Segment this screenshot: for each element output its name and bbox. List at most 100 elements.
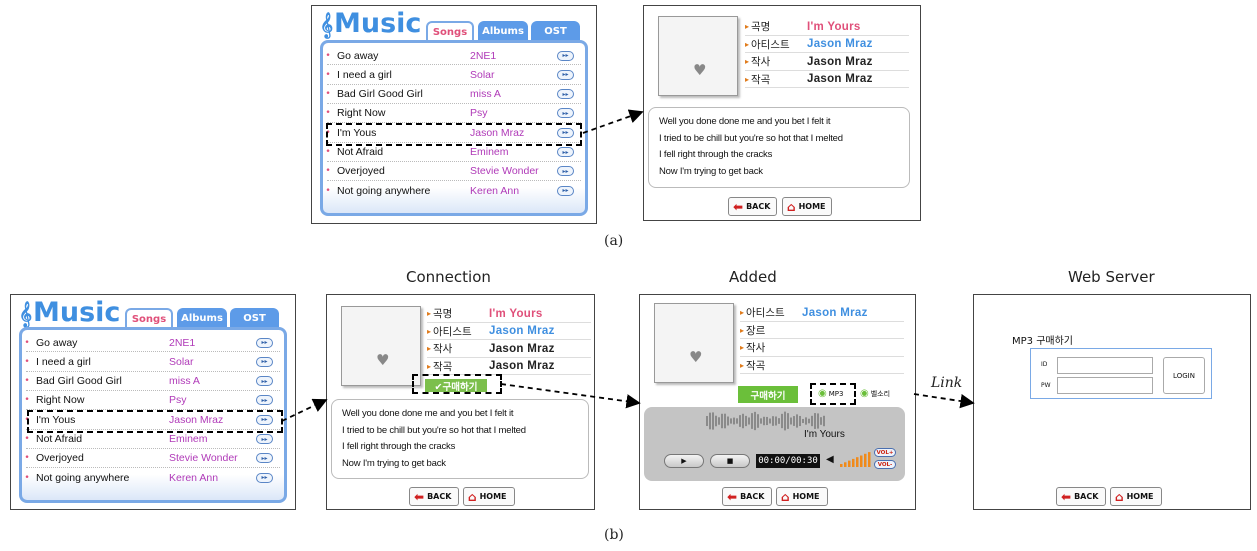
lyrics-line: I fell right through the cracks bbox=[342, 441, 456, 452]
tab-albums[interactable]: Albums bbox=[478, 21, 528, 41]
bullet-arrow-icon: ▸ bbox=[427, 309, 432, 318]
play-icon[interactable]: ▸▸ bbox=[557, 69, 574, 80]
waveform-bar bbox=[799, 415, 801, 427]
list-item[interactable]: • Not going anywhere Keren Ann ▸▸ bbox=[323, 181, 585, 200]
list-item[interactable]: • Overjoyed Stevie Wonder ▸▸ bbox=[323, 162, 585, 181]
home-button[interactable]: ⌂ HOME bbox=[463, 487, 515, 506]
play-icon[interactable]: ▸▸ bbox=[256, 472, 273, 483]
home-button[interactable]: ⌂ HOME bbox=[782, 197, 832, 216]
ringtone-option[interactable]: ◉ 벨소리 bbox=[860, 388, 890, 399]
tab-ost[interactable]: OST bbox=[230, 308, 279, 328]
time-display: 00:00/00:30 bbox=[756, 454, 820, 468]
bullet-icon: • bbox=[24, 453, 30, 464]
song-title: I need a girl bbox=[337, 68, 392, 81]
info-row: ▸ 작곡 Jason Mraz bbox=[745, 71, 909, 88]
song-title: Not Afraid bbox=[36, 433, 83, 445]
info-row: ▸ 작곡 bbox=[740, 357, 904, 374]
waveform-bar bbox=[745, 415, 747, 427]
waveform-bar bbox=[796, 414, 798, 428]
play-icon[interactable]: ▸▸ bbox=[557, 185, 574, 196]
info-label: 작곡 bbox=[433, 360, 453, 373]
play-icon[interactable]: ▸▸ bbox=[256, 337, 273, 348]
play-icon[interactable]: ▸▸ bbox=[557, 147, 574, 157]
song-artist: Psy bbox=[470, 107, 488, 120]
info-value: Jason Mraz bbox=[489, 342, 555, 355]
song-artist: Stevie Wonder bbox=[169, 452, 238, 465]
info-row: ▸ 장르 bbox=[740, 322, 904, 339]
list-item[interactable]: • Bad Girl Good Girl miss A ▸▸ bbox=[323, 85, 585, 104]
tab-ost[interactable]: OST bbox=[531, 21, 580, 41]
song-title: Not Afraid bbox=[337, 146, 384, 158]
stop-button[interactable]: ■ bbox=[710, 454, 750, 468]
info-label: 곡명 bbox=[751, 21, 771, 33]
back-button[interactable]: ⬅ BACK bbox=[409, 487, 459, 506]
back-button[interactable]: ⬅ BACK bbox=[728, 197, 777, 216]
play-icon[interactable]: ▸▸ bbox=[256, 434, 273, 444]
info-row: ▸ 작사 Jason Mraz bbox=[427, 340, 591, 357]
list-item[interactable]: • I need a girl Solar ▸▸ bbox=[22, 352, 284, 371]
waveform-bar bbox=[718, 417, 720, 425]
info-value: Jason Mraz bbox=[807, 55, 873, 68]
list-item[interactable]: • Right Now Psy ▸▸ bbox=[22, 391, 284, 410]
info-row: ▸ 곡명 I'm Yours bbox=[745, 18, 909, 35]
play-icon[interactable]: ▸▸ bbox=[557, 89, 574, 100]
play-icon[interactable]: ▸▸ bbox=[256, 376, 273, 387]
info-value: Jason Mraz bbox=[489, 360, 555, 372]
info-label: 곡명 bbox=[433, 308, 453, 320]
music-logo: 𝄞Music bbox=[320, 8, 422, 39]
waveform-bar bbox=[751, 413, 753, 429]
song-title: Overjoyed bbox=[337, 165, 385, 178]
play-icon[interactable]: ▸▸ bbox=[557, 108, 574, 119]
list-item[interactable]: • Not going anywhere Keren Ann ▸▸ bbox=[22, 468, 284, 487]
play-icon[interactable]: ▸▸ bbox=[557, 166, 574, 177]
info-label: 아티스트 bbox=[751, 38, 790, 51]
bullet-icon: • bbox=[325, 69, 331, 80]
list-item[interactable]: • Overjoyed Stevie Wonder ▸▸ bbox=[22, 449, 284, 468]
volume-up-button[interactable]: VOL+ bbox=[874, 448, 896, 457]
play-icon[interactable]: ▸▸ bbox=[256, 395, 273, 406]
play-icon[interactable]: ▸▸ bbox=[256, 453, 273, 464]
waveform-bar bbox=[775, 416, 777, 426]
login-button[interactable]: LOGIN bbox=[1163, 357, 1205, 394]
tab-albums[interactable]: Albums bbox=[177, 308, 227, 328]
bullet-arrow-icon: ▸ bbox=[745, 74, 750, 84]
list-item[interactable]: • Bad Girl Good Girl miss A ▸▸ bbox=[22, 372, 284, 391]
waveform-bar bbox=[781, 413, 783, 429]
home-button[interactable]: ⌂ HOME bbox=[776, 487, 828, 506]
play-button[interactable]: ▶ bbox=[664, 454, 704, 468]
song-artist: Eminem bbox=[169, 433, 208, 445]
volume-bars[interactable] bbox=[840, 451, 874, 467]
list-item[interactable]: • Go away 2NE1 ▸▸ bbox=[323, 46, 585, 65]
info-value: I'm Yours bbox=[807, 20, 861, 33]
back-arrow-icon: ⬅ bbox=[1061, 489, 1072, 504]
tab-songs[interactable]: Songs bbox=[426, 21, 474, 41]
id-input[interactable] bbox=[1057, 357, 1153, 374]
link-label: Link bbox=[931, 375, 963, 391]
mp3-option[interactable]: ◉ MP3 bbox=[818, 388, 843, 399]
pw-input[interactable] bbox=[1057, 377, 1153, 394]
waveform-bar bbox=[727, 416, 729, 426]
list-item[interactable]: • I need a girl Solar ▸▸ bbox=[323, 65, 585, 84]
play-icon[interactable]: ▸▸ bbox=[256, 356, 273, 367]
lyrics-line: Now I'm trying to get back bbox=[659, 165, 763, 177]
home-icon: ⌂ bbox=[1115, 489, 1124, 504]
volume-bar bbox=[840, 464, 843, 467]
back-button[interactable]: ⬅ BACK bbox=[1056, 487, 1106, 506]
song-detail-panel-a: ♥ ▸ 곡명 I'm Yours ▸ 아티스트 Jason Mraz ▸ 작사 Jason Mr… bbox=[643, 5, 921, 221]
info-row: ▸ 아티스트 Jason Mraz bbox=[427, 323, 591, 340]
waveform-bar bbox=[787, 413, 789, 429]
list-item[interactable]: • Go away 2NE1 ▸▸ bbox=[22, 333, 284, 352]
list-item[interactable]: • Right Now Psy ▸▸ bbox=[323, 104, 585, 123]
back-button[interactable]: ⬅ BACK bbox=[722, 487, 772, 506]
home-button[interactable]: ⌂ HOME bbox=[1110, 487, 1162, 506]
volume-down-button[interactable]: VOL- bbox=[874, 460, 896, 469]
volume-bar bbox=[868, 452, 871, 467]
buy-button[interactable]: 구매하기 bbox=[738, 386, 798, 403]
waveform-bar bbox=[766, 416, 768, 426]
tab-songs[interactable]: Songs bbox=[125, 308, 173, 328]
info-row: ▸ 곡명 I'm Yours bbox=[427, 305, 591, 322]
play-icon[interactable]: ▸▸ bbox=[557, 50, 574, 61]
song-artist: miss A bbox=[470, 88, 501, 101]
song-title: Bad Girl Good Girl bbox=[337, 88, 423, 101]
album-cover: ♥ bbox=[341, 306, 421, 386]
